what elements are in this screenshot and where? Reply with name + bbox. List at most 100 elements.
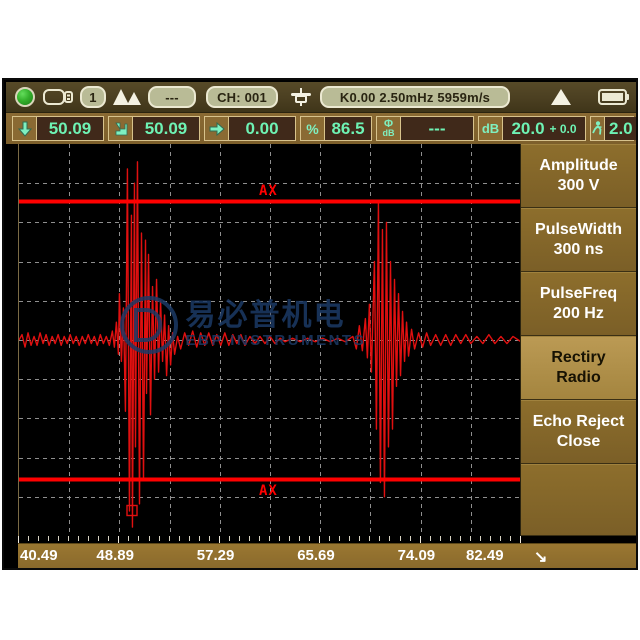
axis-tick [209, 536, 210, 541]
usb-icon[interactable] [42, 86, 74, 108]
axis-label: 48.89 [96, 547, 134, 564]
triangle-up-icon [548, 86, 574, 108]
axis-tick [18, 536, 19, 543]
measurement-amplitude-percent[interactable]: % 86.5 [300, 116, 372, 141]
measurement-gain-db[interactable]: dB 20.0 + 0.0 [478, 116, 586, 141]
probe-icon[interactable] [288, 86, 314, 108]
axis-tick [389, 536, 390, 541]
axis-tick [68, 536, 69, 541]
axis-tick [309, 536, 310, 541]
axis-tick [430, 536, 431, 541]
measurement-depth-a[interactable]: 50.09 [12, 116, 104, 141]
measurement-surface-distance-value: 0.00 [229, 117, 295, 140]
axis-tick [149, 536, 150, 541]
axis-tick [420, 536, 421, 543]
axis-tick [410, 536, 411, 541]
axis-tick [199, 536, 200, 541]
menu-amplitude-line2: 300 V [557, 177, 600, 194]
mode-pill[interactable]: --- [148, 86, 196, 108]
axis-tick [239, 536, 240, 541]
axis-tick [470, 536, 471, 541]
menu-pulsewidth-line2: 300 ns [553, 241, 604, 258]
gate-a-upper-label: AX [259, 182, 278, 199]
mode-label: --- [148, 86, 196, 108]
axis-tick [128, 536, 129, 541]
menu-amplitude[interactable]: Amplitude 300 V [521, 144, 636, 208]
menu-echoreject[interactable]: Echo Reject Close [521, 400, 636, 464]
function-menu: Amplitude 300 V PulseWidth 300 ns PulseFreq 2… [520, 144, 636, 536]
measurement-gain-db-value: 20.0 + 0.0 [503, 117, 585, 140]
axis-tick [98, 536, 99, 541]
axis-tick [108, 536, 109, 541]
axis-label: 74.09 [397, 547, 436, 564]
axis-tick [169, 536, 170, 541]
axis-tick [379, 536, 380, 541]
measurement-bar: 50.09 50.09 0.00 % 86.5 Φ dB --- dB 20.0… [6, 113, 636, 144]
axis-tick [289, 536, 290, 541]
axis-tick [179, 536, 180, 541]
axis-tick [279, 536, 280, 541]
axis-label: 82.49 [466, 547, 504, 564]
phi-db-icon: Φ dB [377, 117, 401, 140]
measurement-sound-path-value: 50.09 [133, 117, 199, 140]
mountain-icon[interactable] [112, 86, 142, 108]
axis-label: 65.69 [297, 547, 335, 564]
axis-tick [400, 536, 401, 541]
axis-labels: ↘ 40.49 48.89 57.29 65.69 74.09 82.49 [18, 543, 636, 568]
menu-rectify-line1: Rectiry [551, 349, 606, 366]
gate-a-lower-label: AX [259, 482, 278, 499]
channel-label: CH: 001 [206, 86, 278, 108]
menu-rectify[interactable]: Rectiry Radio [521, 336, 636, 400]
axis-tick [500, 536, 501, 541]
measurement-surface-distance[interactable]: 0.00 [204, 116, 296, 141]
axis-tick [48, 536, 49, 541]
measurement-scan-speed[interactable]: 2.0 [590, 116, 636, 141]
probe-info-pill[interactable]: K0.00 2.50mHz 5959m/s [320, 86, 510, 108]
axis-tick [229, 536, 230, 541]
menu-pulsefreq-line1: PulseFreq [539, 285, 618, 302]
percent-icon: % [301, 117, 325, 140]
gain-base: 20.0 [511, 118, 545, 138]
measurement-equivalent-db[interactable]: Φ dB --- [376, 116, 474, 141]
arrow-down-icon [13, 117, 37, 140]
device-screen-inner: 1 --- CH: 001 K0.00 2.50mHz 5959m/s 50.0… [6, 82, 636, 568]
axis-tick [480, 536, 481, 541]
axis-tick [490, 536, 491, 541]
gain-offset: + 0.0 [549, 121, 577, 136]
axis-ticks [18, 536, 521, 543]
device-screen: 1 --- CH: 001 K0.00 2.50mHz 5959m/s 50.0… [2, 78, 638, 570]
measurement-scan-speed-value: 2.0 [605, 117, 636, 140]
channel-number-pill[interactable]: 1 [80, 86, 106, 108]
menu-blank[interactable] [521, 464, 636, 536]
status-bar: 1 --- CH: 001 K0.00 2.50mHz 5959m/s [6, 82, 636, 113]
axis-tick [219, 536, 220, 543]
ascan-plot[interactable]: AX AX 易必普机电 EBP INSTRUMENTS [18, 144, 520, 536]
plot-region: AX AX 易必普机电 EBP INSTRUMENTS Amplitude 300 … [6, 144, 636, 568]
walker-icon [591, 117, 605, 140]
axis-arrow-icon: ↘ [534, 549, 548, 566]
battery-icon [598, 86, 630, 108]
axis-tick [138, 536, 139, 541]
menu-pulsewidth[interactable]: PulseWidth 300 ns [521, 208, 636, 272]
axis-tick [159, 536, 160, 541]
axis-tick [460, 536, 461, 541]
axis-tick [339, 536, 340, 541]
axis-tick [319, 536, 320, 543]
channel-pill[interactable]: CH: 001 [206, 86, 278, 108]
axis-tick [249, 536, 250, 541]
ascan-svg [19, 144, 520, 536]
probe-info-label: K0.00 2.50mHz 5959m/s [320, 86, 510, 108]
measurement-depth-a-value: 50.09 [37, 117, 103, 140]
menu-pulsefreq[interactable]: PulseFreq 200 Hz [521, 272, 636, 336]
axis-tick [189, 536, 190, 541]
axis-tick [450, 536, 451, 541]
menu-pulsefreq-line2: 200 Hz [553, 305, 604, 322]
axis-tick [88, 536, 89, 541]
measurement-equivalent-db-value: --- [401, 117, 473, 140]
db-icon: dB [479, 117, 503, 140]
axis-label: 40.49 [20, 547, 58, 564]
axis-tick [118, 536, 119, 543]
axis-tick [440, 536, 441, 541]
measurement-sound-path[interactable]: 50.09 [108, 116, 200, 141]
menu-amplitude-line1: Amplitude [539, 157, 618, 174]
